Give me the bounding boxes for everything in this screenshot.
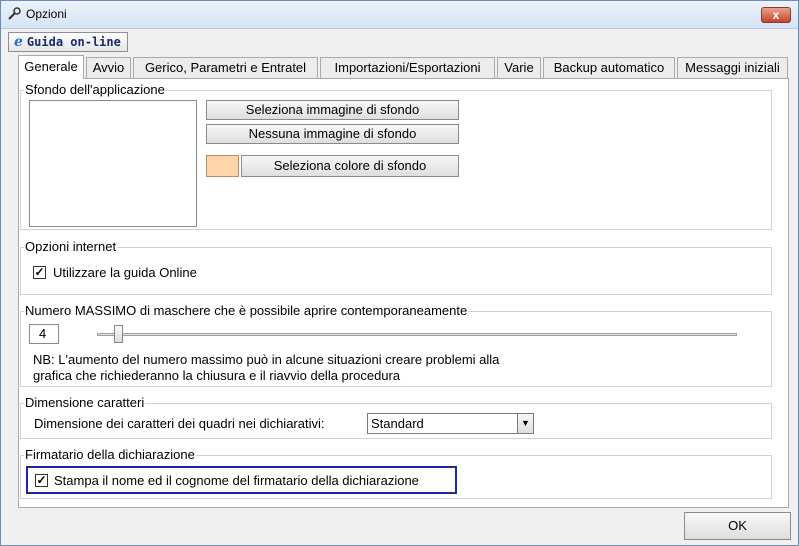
background-group: Sfondo dell'applicazione Seleziona immag… — [20, 82, 772, 230]
font-size-select[interactable]: Standard ▼ — [367, 413, 534, 434]
signatory-group: Firmatario della dichiarazione ✓ Stampa … — [20, 447, 772, 499]
max-windows-value[interactable]: 4 — [29, 324, 59, 344]
signatory-legend: Firmatario della dichiarazione — [24, 447, 196, 462]
select-background-color-button[interactable]: Seleziona colore di sfondo — [241, 155, 459, 177]
window-title: Opzioni — [26, 7, 67, 21]
background-legend: Sfondo dell'applicazione — [24, 82, 166, 97]
title-bar[interactable]: Opzioni x — [1, 1, 798, 29]
font-size-selected: Standard — [371, 416, 424, 431]
internet-options-group: Opzioni internet ✓ Utilizzare la guida O… — [20, 239, 772, 295]
font-size-group: Dimensione caratteri Dimensione dei cara… — [20, 395, 772, 439]
font-size-legend: Dimensione caratteri — [24, 395, 146, 410]
tab-importazioni[interactable]: Importazioni/Esportazioni — [320, 57, 495, 78]
no-background-image-button[interactable]: Nessuna immagine di sfondo — [206, 124, 459, 144]
max-windows-legend: Numero MASSIMO di maschere che è possibi… — [24, 303, 469, 318]
select-background-image-button[interactable]: Seleziona immagine di sfondo — [206, 100, 459, 120]
max-windows-note-2: grafica che richiederanno la chiusura e … — [33, 368, 401, 383]
max-windows-slider-track[interactable] — [97, 333, 737, 336]
online-help-button[interactable]: e Guida on-line — [8, 32, 128, 52]
print-signatory-checkbox[interactable]: ✓ — [35, 474, 48, 487]
max-windows-slider-thumb[interactable] — [114, 325, 123, 343]
options-window: Opzioni x e Guida on-line Generale Avvio … — [0, 0, 799, 546]
tab-generale[interactable]: Generale — [18, 55, 84, 79]
checkmark-icon: ✓ — [36, 473, 47, 487]
max-windows-group: Numero MASSIMO di maschere che è possibi… — [20, 303, 772, 387]
print-signatory-label: Stampa il nome ed il cognome del firmata… — [54, 473, 419, 488]
wrench-icon — [8, 7, 21, 20]
online-help-checkbox[interactable]: ✓ — [33, 266, 46, 279]
background-preview — [29, 100, 197, 227]
tab-backup[interactable]: Backup automatico — [543, 57, 675, 78]
tab-avvio[interactable]: Avvio — [86, 57, 131, 78]
max-windows-note-1: NB: L'aumento del numero massimo può in … — [33, 352, 500, 367]
checkmark-icon: ✓ — [34, 265, 45, 279]
close-button[interactable]: x — [761, 7, 791, 23]
background-color-swatch[interactable] — [206, 155, 239, 177]
tab-panel-generale: Sfondo dell'applicazione Seleziona immag… — [18, 78, 789, 508]
ok-button[interactable]: OK — [684, 512, 791, 540]
online-help-label: Guida on-line — [26, 35, 121, 49]
tab-messaggi[interactable]: Messaggi iniziali — [677, 57, 788, 78]
online-help-checkbox-label: Utilizzare la guida Online — [53, 265, 197, 280]
internet-legend: Opzioni internet — [24, 239, 118, 254]
tab-gerico[interactable]: Gerico, Parametri e Entratel — [133, 57, 318, 78]
dropdown-arrow-icon[interactable]: ▼ — [517, 414, 533, 433]
internet-explorer-icon: e — [14, 34, 23, 50]
font-size-label: Dimensione dei caratteri dei quadri nei … — [34, 416, 325, 431]
tab-varie[interactable]: Varie — [497, 57, 541, 78]
